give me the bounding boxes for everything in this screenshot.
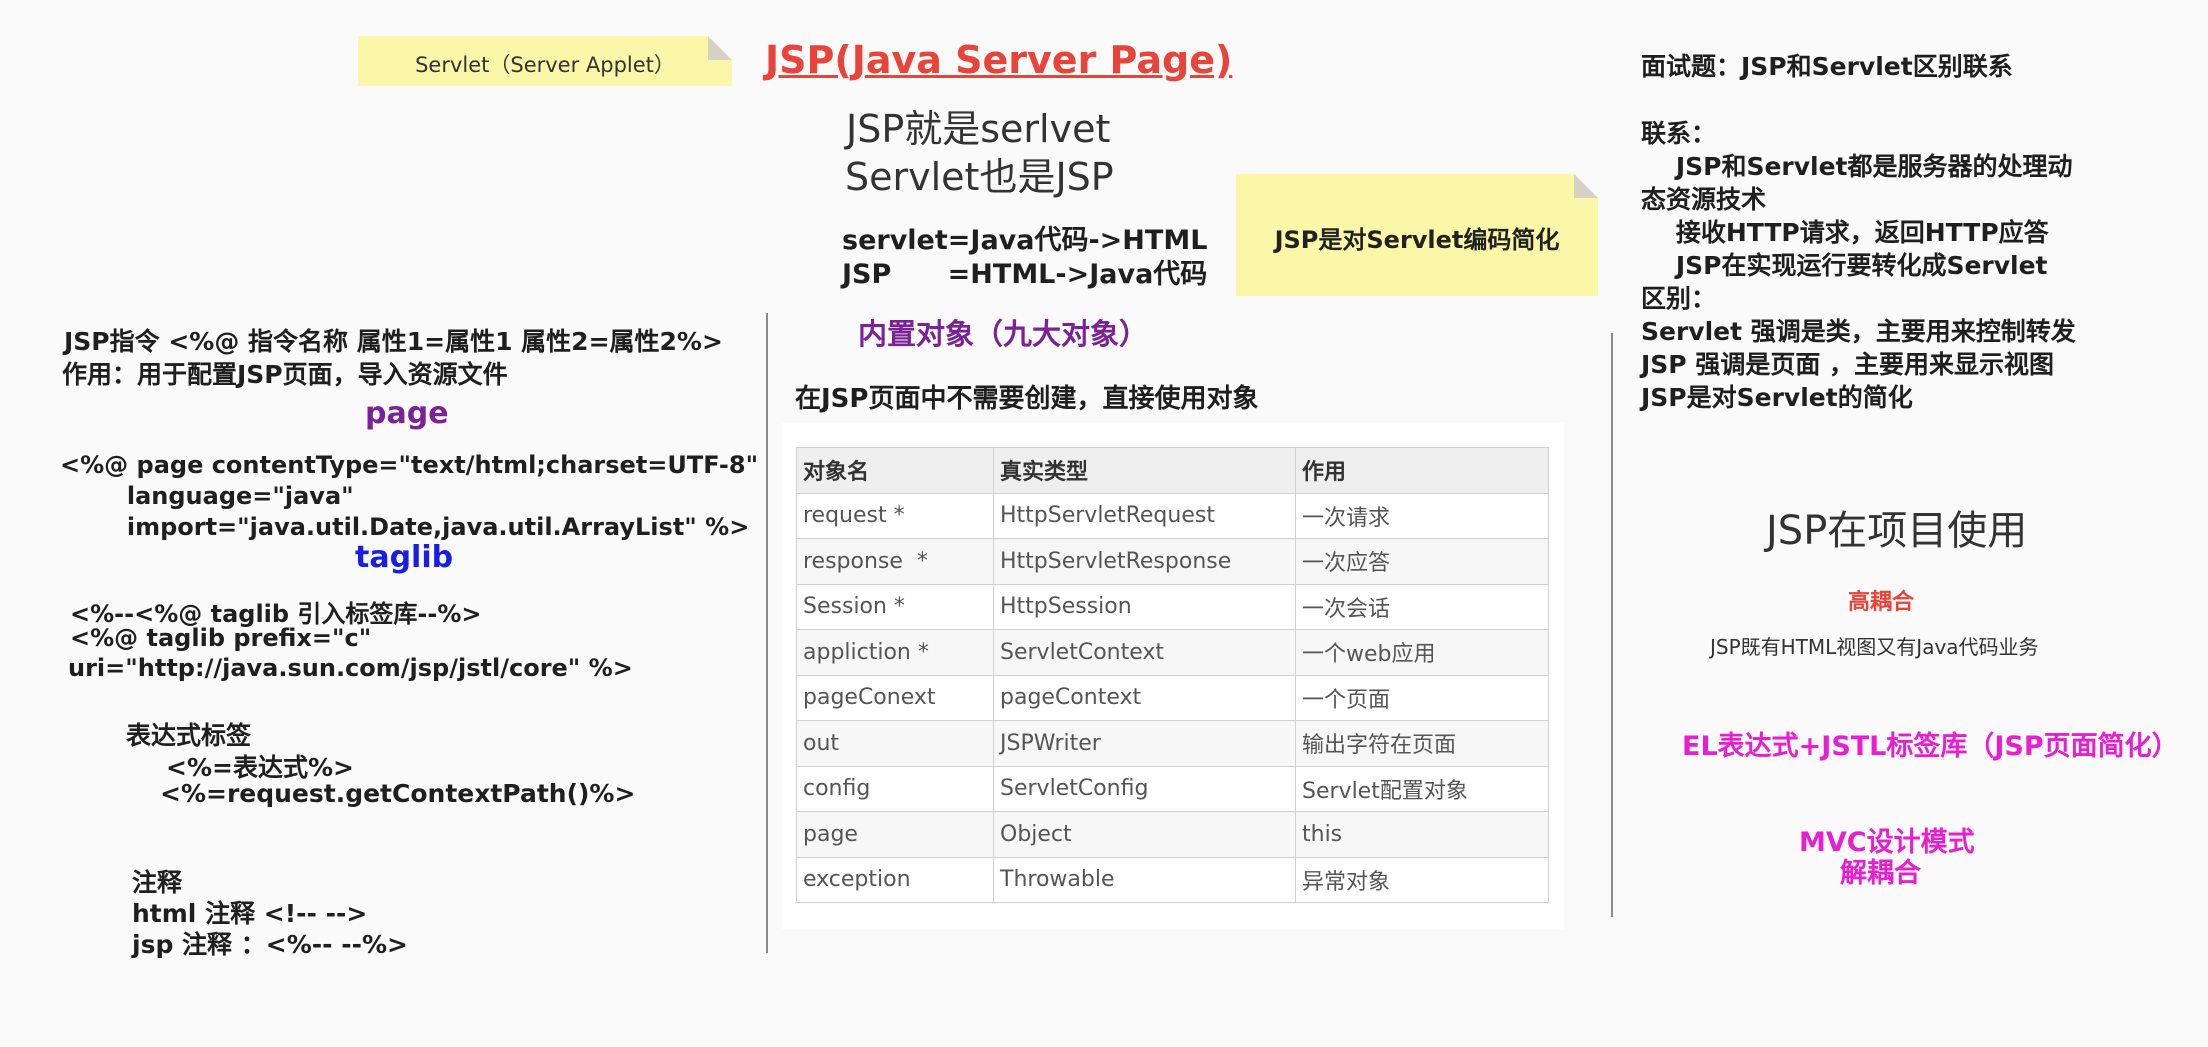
cell-purpose: 一个页面: [1295, 674, 1549, 721]
cell-object-name: page: [796, 811, 994, 858]
cell-object-name: exception: [796, 856, 994, 903]
page-code-line-1: <%@ page contentType="text/html;charset=…: [60, 451, 759, 479]
cell-real-type: pageContext: [993, 674, 1296, 721]
cell-purpose: 输出字符在页面: [1295, 720, 1549, 767]
expression-tag-line-2: <%=request.getContextPath()%>: [160, 779, 636, 808]
table-row: out JSPWriter 输出字符在页面: [796, 720, 1549, 767]
cell-real-type: Throwable: [993, 856, 1296, 903]
project-usage-title: JSP在项目使用: [1766, 508, 2028, 554]
taglib-code-line-3: uri="http://java.sun.com/jsp/jstl/core" …: [68, 654, 633, 682]
cell-real-type: HttpServletResponse: [993, 538, 1296, 585]
cell-real-type: Object: [993, 811, 1296, 858]
relation-line-3: 接收HTTP请求，返回HTTP应答: [1641, 218, 2049, 247]
cell-object-name: config: [796, 765, 994, 812]
interview-question: 面试题：JSP和Servlet区别联系: [1641, 52, 2013, 81]
jsp-comment: jsp 注释 ：<%-- --%>: [132, 930, 408, 959]
builtin-objects-table: 对象名 真实类型 作用 request * HttpServletRequest…: [796, 447, 1549, 903]
builtin-objects-title: 内置对象（九大对象）: [858, 317, 1149, 351]
cell-purpose: 一次应答: [1295, 538, 1549, 585]
difference-line-3: JSP是对Servlet的简化: [1641, 383, 1913, 412]
cell-object-name: request *: [796, 492, 994, 539]
column-header-object-name: 对象名: [796, 447, 994, 494]
cell-real-type: HttpServletRequest: [993, 492, 1296, 539]
table-row: request * HttpServletRequest 一次请求: [796, 492, 1549, 539]
page-code-line-2: language="java": [60, 482, 354, 510]
difference-line-1: Servlet 强调是类，主要用来控制转发: [1641, 317, 2076, 346]
relation-line-1: JSP和Servlet都是服务器的处理动: [1641, 152, 2073, 181]
relation-line-2: 态资源技术: [1641, 185, 1767, 214]
table-row: Session * HttpSession 一次会话: [796, 583, 1549, 630]
page-directive-heading: page: [365, 396, 449, 431]
builtin-objects-desc: 在JSP页面中不需要创建，直接使用对象: [795, 384, 1259, 414]
difference-title: 区别：: [1641, 284, 1717, 313]
note-fold-corner: [708, 36, 732, 60]
difference-line-2: JSP 强调是页面 ，主要用来显示视图: [1641, 350, 2055, 379]
cell-real-type: ServletContext: [993, 629, 1296, 676]
column-header-real-type: 真实类型: [993, 447, 1296, 494]
el-jstl-label: EL表达式+JSTL标签库（JSP页面简化）: [1682, 731, 2179, 762]
relation-title: 联系：: [1641, 119, 1717, 148]
table-row: exception Throwable 异常对象: [796, 856, 1549, 903]
cell-object-name: out: [796, 720, 994, 767]
cell-real-type: JSPWriter: [993, 720, 1296, 767]
cell-purpose: 一个web应用: [1295, 629, 1549, 676]
cell-object-name: response *: [796, 538, 994, 585]
relation-line-4: JSP在实现运行要转化成Servlet: [1641, 251, 2048, 280]
cell-object-name: Session *: [796, 583, 994, 630]
expression-tag-title: 表达式标签: [126, 721, 252, 750]
sticky-note-servlet-applet[interactable]: Servlet（Server Applet）: [358, 36, 732, 86]
column-header-purpose: 作用: [1295, 447, 1549, 494]
cell-purpose: 一次会话: [1295, 583, 1549, 630]
divider-right: [1611, 333, 1613, 917]
directive-syntax: JSP指令 <%@ 指令名称 属性1=属性1 属性2=属性2%>: [64, 327, 723, 356]
table-row: response * HttpServletResponse 一次应答: [796, 538, 1549, 585]
sticky-note-text: Servlet（Server Applet）: [415, 53, 675, 77]
cell-purpose: this: [1295, 811, 1549, 858]
page-title[interactable]: JSP(Java Server Page): [765, 38, 1232, 82]
cell-object-name: pageConext: [796, 674, 994, 721]
taglib-code-line-2: <%@ taglib prefix="c": [70, 624, 372, 652]
intro-line-1: JSP就是serlvet: [846, 107, 1111, 151]
taglib-directive-heading: taglib: [355, 540, 454, 575]
sticky-note-simplify[interactable]: JSP是对Servlet编码简化: [1236, 174, 1598, 296]
divider-left: [766, 313, 768, 953]
table-row: appliction * ServletContext 一个web应用: [796, 629, 1549, 676]
directive-usage: 作用：用于配置JSP页面，导入资源文件: [62, 360, 508, 389]
intro-line-2: Servlet也是JSP: [845, 155, 1114, 199]
note-fold-corner: [1574, 174, 1598, 198]
sticky-note-text: JSP是对Servlet编码简化: [1274, 226, 1560, 254]
cell-purpose: 一次请求: [1295, 492, 1549, 539]
cell-real-type: ServletConfig: [993, 765, 1296, 812]
cell-object-name: appliction *: [796, 629, 994, 676]
high-coupling-label: 高耦合: [1848, 590, 1915, 615]
table-row: config ServletConfig Servlet配置对象: [796, 765, 1549, 812]
table-row: page Object this: [796, 811, 1549, 858]
conversion-jsp: JSP =HTML->Java代码: [842, 259, 1208, 290]
builtin-objects-table-panel: 对象名 真实类型 作用 request * HttpServletRequest…: [782, 423, 1564, 929]
page-code-line-3: import="java.util.Date,java.util.ArrayLi…: [60, 513, 750, 541]
table-row: pageConext pageContext 一个页面: [796, 674, 1549, 721]
cell-real-type: HttpSession: [993, 583, 1296, 630]
cell-purpose: 异常对象: [1295, 856, 1549, 903]
decouple-label: 解耦合: [1840, 858, 1921, 889]
mixed-code-desc: JSP既有HTML视图又有Java代码业务: [1710, 635, 2039, 659]
cell-purpose: Servlet配置对象: [1295, 765, 1549, 812]
table-header-row: 对象名 真实类型 作用: [796, 447, 1549, 494]
